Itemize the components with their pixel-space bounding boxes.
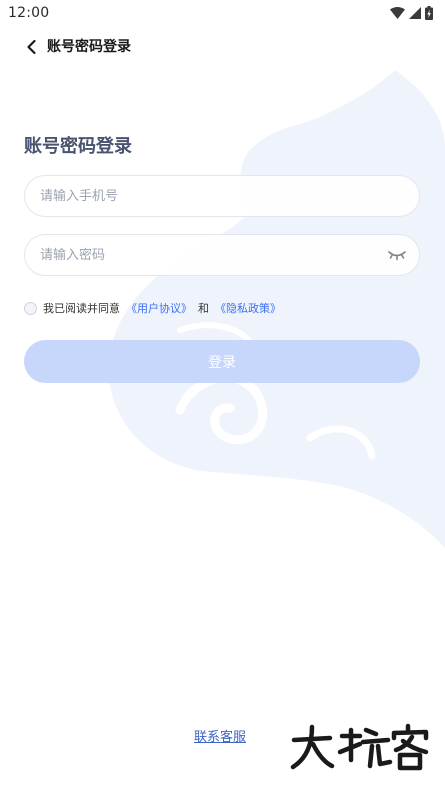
agreement-conjunction: 和 (198, 302, 209, 315)
contact-support-link[interactable]: 联系客服 (194, 726, 246, 745)
cellular-signal-icon (409, 7, 421, 19)
agreement-checkbox[interactable] (24, 301, 37, 315)
wifi-icon (390, 7, 405, 19)
phone-input[interactable] (24, 175, 420, 217)
background-illustration (108, 70, 445, 548)
agreement-prefix: 我已阅读并同意 (43, 302, 120, 315)
password-input[interactable] (24, 234, 420, 276)
login-button[interactable]: 登录 (24, 340, 420, 383)
nav-title: 账号密码登录 (47, 39, 131, 55)
status-icons (390, 6, 433, 20)
watermark-logo (290, 723, 429, 771)
agreement-row: 我已阅读并同意 《用户协议》 和 《隐私政策》 (24, 299, 287, 317)
privacy-policy-link[interactable]: 《隐私政策》 (215, 300, 281, 316)
user-agreement-link[interactable]: 《用户协议》 (126, 300, 192, 316)
status-bar: 12:00 (0, 0, 445, 26)
nav-bar: 账号密码登录 (0, 34, 445, 60)
eye-closed-icon[interactable] (386, 247, 408, 263)
back-arrow-icon[interactable] (22, 37, 42, 57)
battery-icon (425, 6, 433, 20)
status-time: 12:00 (8, 5, 50, 21)
page-title: 账号密码登录 (24, 136, 132, 157)
